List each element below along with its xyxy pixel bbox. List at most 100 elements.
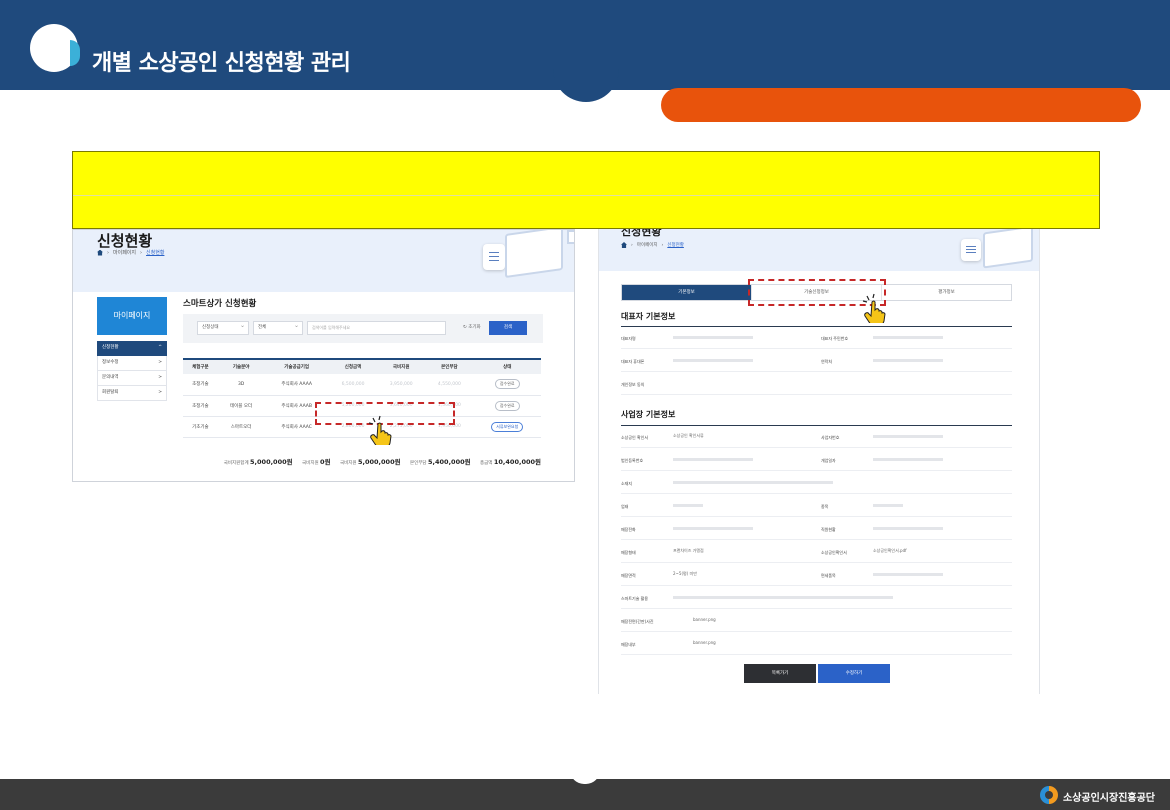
field-value-blurred [673,359,753,362]
chevron-right-icon: > [158,360,162,365]
edit-button[interactable]: 수정하기 [818,664,890,683]
total-value: 10,400,000원 [493,458,541,466]
info-row: 스마트기술 활용 [621,587,1012,609]
info-row: 매장면적 2~5(평) 미만 면세품목 [621,564,1012,586]
field-value: 2~5(평) 미만 [673,571,697,576]
field-value-blurred [873,435,943,438]
table-cell: 접수완료 [473,395,541,417]
biz-section-title: 사업장 기본정보 [621,410,676,419]
breadcrumb-item-active[interactable]: 신청현황 [146,249,164,256]
sidebar-item-label: 회원탈퇴 [102,390,119,395]
file-download-link[interactable]: 소상공인확인서.pdf [873,548,907,554]
field-label: 소재지 [621,481,633,486]
field-label: 개업일자 [821,458,836,463]
table-cell: 기초기술 [183,416,218,438]
tab-evaluation[interactable]: 평가정보 [882,285,1011,300]
field-value-blurred [673,504,703,507]
table-cell: 4,550,000 [425,374,474,396]
table-cell[interactable]: 테이블 오더 [217,395,265,417]
page-title: 개별 소상공인 신청현황 관리 [92,51,351,76]
document-icon [483,244,505,270]
column-header: 신청금액 [328,358,378,374]
home-icon[interactable] [621,242,627,248]
column-header: 상태 [473,358,541,374]
file-download-link[interactable]: banner.png [693,640,716,645]
info-row: 매장내부 banner.png [621,633,1012,655]
total-label: 국비지원 [302,461,319,466]
field-label: 사업자번호 [821,435,840,440]
field-label: 개인정보 동의 [621,382,645,387]
info-row: 대표자명 대표자 주민번호 [621,327,1012,349]
field-label: 연락처 [821,359,833,364]
reset-button[interactable]: ↻ 초기화 [463,324,481,330]
sidebar-item-withdraw[interactable]: 회원탈퇴 > [97,386,167,401]
reset-label: 초기화 [468,325,481,330]
field-value-blurred [673,481,833,484]
info-row: 소재지 [621,472,1012,494]
field-label: 매장형태 [621,550,636,555]
totals-summary: 국비지원합계 5,000,000원 국비지원 0원 국비지원 5,000,000… [183,456,541,466]
field-value-blurred [673,596,893,599]
column-header: 국비지원 [377,358,426,374]
status-select[interactable]: 신청상태 [197,320,249,335]
breadcrumb-item[interactable]: 마이페이지 [637,242,658,248]
info-row: 소상공인 확인서 소상공인 확인서류 사업자번호 [621,426,1012,448]
status-badge[interactable]: 접수완료 [494,379,520,390]
field-label: 종목 [821,504,829,509]
sidebar-item-label: 신청현황 [102,345,119,350]
table-header-row: 체험구분 기술분야 기술공급기업 신청금액 국비지원 본인부담 상태 [183,358,541,374]
breadcrumb-item[interactable]: 마이페이지 [113,249,136,256]
type-select[interactable]: 전체 [253,320,303,335]
field-label: 직원현황 [821,527,836,532]
field-value-blurred [873,336,943,339]
click-hand-cursor-icon [368,415,392,445]
field-value-blurred [873,504,903,507]
info-row: 법인등록번호 개업일자 [621,449,1012,471]
banner-divider [73,195,1099,196]
tab-basic-info[interactable]: 기본정보 [622,285,752,300]
sidebar-item-inquiries[interactable]: 문의내역 > [97,371,167,386]
monitor-illustration-icon [567,230,574,244]
orange-highlight-bar [661,88,1141,122]
application-detail-screenshot: 신청현황 › 마이페이지 › 신청현황 기본정보 기술신청정보 평가정보 대표자… [598,229,1040,694]
field-value: 프랜차이즈 가맹점 [673,548,704,553]
table-cell: 초정기술 [183,374,218,396]
search-button[interactable]: 검색 [489,321,527,335]
home-icon[interactable] [97,249,103,256]
status-badge[interactable]: 접수완료 [494,400,520,411]
field-value-blurred [873,573,943,576]
sidebar-item-label: 정보수정 [102,360,119,365]
column-header: 본인부담 [425,358,474,374]
table-cell: 스마트오더 [217,416,265,438]
rep-section-title: 대표자 기본정보 [621,312,676,321]
column-header: 기술공급기업 [264,358,329,374]
total-label: 국비지원 [340,461,357,466]
sidebar-item-edit-info[interactable]: 정보수정 > [97,356,167,371]
breadcrumb-item-active[interactable]: 신청현황 [667,242,684,248]
hero-title: 신청현황 [97,232,153,250]
total-value: 5,000,000원 [358,458,401,466]
status-badge[interactable]: 서류보완요청 [491,421,524,432]
list-button[interactable]: 목록가기 [744,664,816,683]
field-value[interactable]: 소상공인 확인서류 [673,433,704,439]
application-table: 체험구분 기술분야 기술공급기업 신청금액 국비지원 본인부담 상태 초정기술 … [183,358,541,438]
table-cell: 초정기술 [183,395,218,417]
info-row: 매장전면(간판)사진 banner.png [621,610,1012,632]
field-label: 대표자 휴대폰 [621,359,645,364]
file-download-link[interactable]: banner.png [693,617,716,622]
field-label: 법인등록번호 [621,458,644,463]
sidebar-title[interactable]: 마이페이지 [97,297,167,335]
total-label: 총금액 [480,461,493,466]
click-hand-cursor-icon [862,293,886,323]
breadcrumb: › 마이페이지 › 신청현황 [621,242,684,248]
slide: 개별 소상공인 신청현황 관리 신청현황 › 마이페이지 › 신청현황 마이페이… [0,0,1170,810]
section-title: 스마트상가 신청현황 [183,299,257,309]
search-input[interactable]: 검색어를 입력해주세요 [307,321,446,335]
sidebar-item-status[interactable]: 신청현황 ^ [97,341,167,356]
info-row: 대표자 휴대폰 연락처 [621,350,1012,372]
document-icon [961,239,981,261]
table-row[interactable]: 초정기술 3D 주식회사 AAAA 6,500,000 3,950,000 4,… [183,374,541,396]
application-list-screenshot: 신청현황 › 마이페이지 › 신청현황 마이페이지 신청현황 ^ 정보수정 > … [72,229,575,482]
field-label: 대표자 주민번호 [821,336,849,341]
table-cell: 6,500,000 [328,374,378,396]
